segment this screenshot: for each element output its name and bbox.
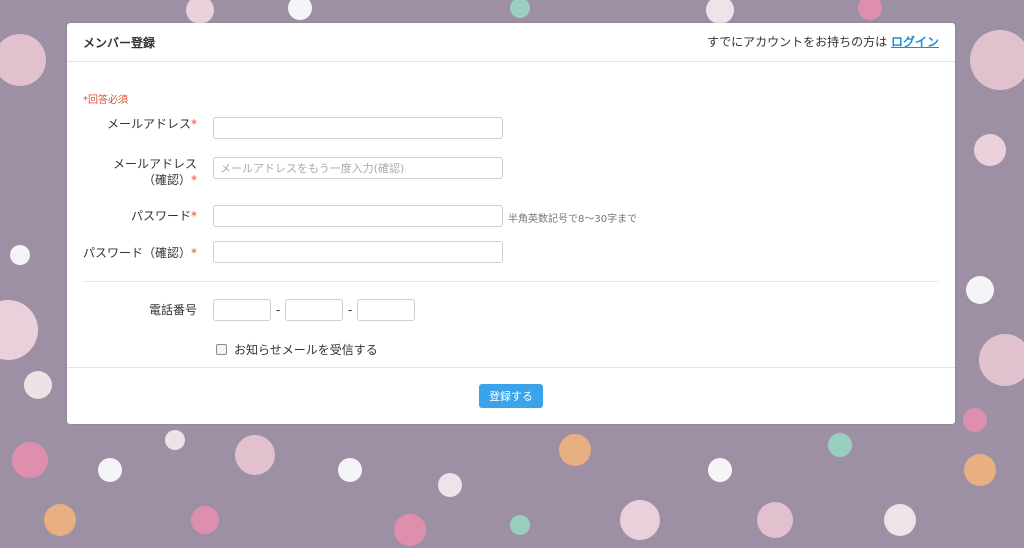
email-label-text: メールアドレス bbox=[106, 117, 191, 131]
phone-input-2[interactable] bbox=[285, 299, 343, 321]
password-label-text: パスワード bbox=[130, 209, 191, 223]
phone-input-3[interactable] bbox=[357, 299, 415, 321]
footer-divider bbox=[67, 367, 955, 368]
required-mark: * bbox=[191, 117, 197, 131]
email-confirm-label-line1: メールアドレス bbox=[112, 157, 197, 171]
login-hint-text: すでにアカウントをお持ちの方は bbox=[707, 35, 888, 49]
required-mark: * bbox=[191, 173, 197, 187]
card-header: メンバー登録 すでにアカウントをお持ちの方は ログイン bbox=[67, 23, 955, 62]
email-confirm-label: メールアドレス （確認）* bbox=[113, 156, 197, 188]
section-divider bbox=[83, 281, 939, 282]
required-mark: * bbox=[191, 209, 197, 223]
password-confirm-input[interactable] bbox=[213, 241, 503, 263]
password-input[interactable] bbox=[213, 205, 503, 227]
phone-input-1[interactable] bbox=[213, 299, 271, 321]
newsletter-label: お知らせメールを受信する bbox=[234, 343, 378, 357]
password-hint: 半角英数記号で8〜30字まで bbox=[508, 214, 638, 225]
password-label: パスワード* bbox=[131, 208, 197, 224]
required-mark: * bbox=[191, 246, 197, 260]
login-link[interactable]: ログイン bbox=[891, 35, 939, 49]
newsletter-checkbox[interactable] bbox=[216, 344, 227, 355]
page-title: メンバー登録 bbox=[83, 36, 156, 50]
newsletter-option[interactable]: お知らせメールを受信する bbox=[216, 341, 378, 358]
password-confirm-label-text: パスワード（確認） bbox=[82, 246, 191, 260]
email-confirm-input[interactable] bbox=[213, 157, 503, 179]
phone-label: 電話番号 bbox=[149, 302, 197, 318]
required-note: *回答必須 bbox=[83, 95, 128, 106]
email-input[interactable] bbox=[213, 117, 503, 139]
registration-card: メンバー登録 すでにアカウントをお持ちの方は ログイン *回答必須 メールアドレ… bbox=[67, 23, 955, 424]
register-button[interactable]: 登録する bbox=[479, 384, 543, 408]
phone-label-text: 電話番号 bbox=[148, 303, 197, 317]
password-confirm-label: パスワード（確認）* bbox=[83, 245, 197, 261]
email-confirm-label-line2: （確認） bbox=[142, 173, 191, 187]
login-hint: すでにアカウントをお持ちの方は ログイン bbox=[707, 33, 939, 50]
email-label: メールアドレス* bbox=[107, 116, 197, 132]
phone-separator: - bbox=[348, 303, 353, 317]
phone-separator: - bbox=[276, 303, 281, 317]
